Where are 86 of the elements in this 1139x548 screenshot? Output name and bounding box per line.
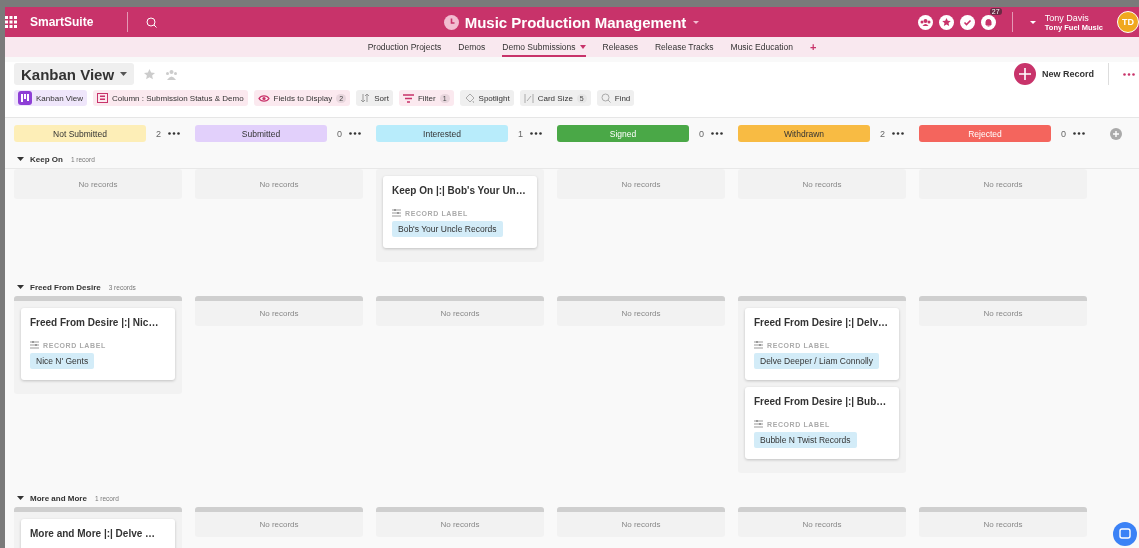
card-title[interactable]: Freed From Desire |:| Bub… <box>754 395 891 409</box>
card-title[interactable]: Freed From Desire |:| Nic… <box>30 316 167 330</box>
table-tab[interactable]: Music Education <box>730 37 793 57</box>
column-count: 2 <box>156 128 161 139</box>
status-pill[interactable]: Submitted <box>195 125 327 142</box>
more-icon[interactable] <box>168 132 180 135</box>
caret-icon[interactable] <box>1028 19 1037 25</box>
status-pill[interactable]: Interested <box>376 125 508 142</box>
search-icon[interactable] <box>146 16 158 28</box>
bell-icon[interactable] <box>980 14 996 30</box>
sort-icon <box>360 93 371 103</box>
toolbar-button[interactable]: Find <box>596 90 635 106</box>
table-tab[interactable]: Demo Submissions <box>502 37 586 57</box>
checkmark-icon[interactable] <box>959 14 975 30</box>
toolbar-button[interactable]: Spotlight <box>459 90 514 106</box>
caret-icon <box>579 45 586 49</box>
group-title: More and More <box>30 493 87 503</box>
table-tab[interactable]: Demos <box>458 37 486 57</box>
empty-message: No records <box>983 309 1023 318</box>
more-icon[interactable] <box>1123 72 1135 76</box>
record-card[interactable]: More and More |:| Delve … <box>21 519 175 548</box>
caret-icon <box>120 72 128 76</box>
column-count: 0 <box>699 128 704 139</box>
card-title[interactable]: Freed From Desire |:| Delv… <box>754 316 891 330</box>
empty-message: No records <box>621 520 661 529</box>
empty-message: No records <box>440 520 480 529</box>
workspace-title[interactable]: Music Production Management <box>464 13 687 31</box>
column-count: 2 <box>880 128 885 139</box>
team-icon[interactable] <box>917 14 933 30</box>
record-label-tag: Bubble N Twist Records <box>754 432 857 448</box>
more-icon[interactable] <box>349 132 361 135</box>
search-icon <box>600 93 611 103</box>
empty-message: No records <box>983 520 1023 529</box>
empty-message: No records <box>983 179 1023 189</box>
caret-icon[interactable] <box>17 157 24 161</box>
table-tab[interactable]: Production Projects <box>367 37 442 57</box>
empty-message: No records <box>259 179 299 189</box>
more-icon[interactable] <box>892 132 904 135</box>
table-tab[interactable]: Releases <box>602 37 638 57</box>
field-settings-icon <box>30 341 39 349</box>
eye-icon <box>257 93 270 103</box>
new-record-button[interactable]: New Record <box>1014 63 1094 85</box>
column-count: 1 <box>518 128 523 139</box>
card-title[interactable]: More and More |:| Delve … <box>30 527 167 541</box>
empty-message: No records <box>78 179 118 189</box>
field-settings-icon <box>392 209 401 217</box>
user-name[interactable]: Tony Davis <box>1044 12 1103 23</box>
field-settings-icon <box>754 420 763 428</box>
clock-icon <box>443 14 459 30</box>
empty-message: No records <box>440 309 480 318</box>
view-selector[interactable]: Kanban View <box>14 63 135 85</box>
table-tab[interactable]: Release Tracks <box>654 37 714 57</box>
kanban-icon <box>18 91 32 105</box>
card-title[interactable]: Keep On |:| Bob's Your Un… <box>392 184 529 198</box>
more-icon[interactable] <box>711 132 723 135</box>
empty-message: No records <box>621 179 661 189</box>
empty-message: No records <box>802 179 842 189</box>
toolbar-button[interactable]: Kanban View <box>14 90 87 106</box>
add-tab-button[interactable]: + <box>809 37 817 57</box>
columns-icon <box>97 93 108 103</box>
status-pill[interactable]: Not Submitted <box>14 125 146 142</box>
toolbar-button[interactable]: Sort <box>356 90 393 106</box>
apps-grid-icon[interactable] <box>5 16 17 28</box>
empty-message: No records <box>259 309 299 318</box>
chat-icon[interactable] <box>1113 522 1137 546</box>
empty-message: No records <box>621 309 661 318</box>
star-icon[interactable] <box>144 68 156 80</box>
record-label-tag: Delve Deeper / Liam Connolly <box>754 353 879 369</box>
caret-icon[interactable] <box>17 285 24 289</box>
filter-icon <box>402 93 414 103</box>
empty-message: No records <box>802 520 842 529</box>
empty-message: No records <box>259 520 299 529</box>
resize-icon <box>523 92 534 104</box>
column-count: 0 <box>1061 128 1066 139</box>
record-label-tag: Bob's Your Uncle Records <box>392 221 503 237</box>
more-icon[interactable] <box>530 132 542 135</box>
app-logo: SmartSuite <box>30 15 94 29</box>
group-title: Keep On <box>30 154 63 164</box>
more-icon[interactable] <box>1073 132 1085 135</box>
group-title: Freed From Desire <box>30 282 101 292</box>
status-pill[interactable]: Withdrawn <box>738 125 870 142</box>
toolbar-button[interactable]: Column : Submission Status & Demo <box>93 90 248 106</box>
field-settings-icon <box>754 341 763 349</box>
column-count: 0 <box>337 128 342 139</box>
record-label-tag: Nice N' Gents <box>30 353 95 369</box>
caret-icon[interactable] <box>17 496 24 500</box>
